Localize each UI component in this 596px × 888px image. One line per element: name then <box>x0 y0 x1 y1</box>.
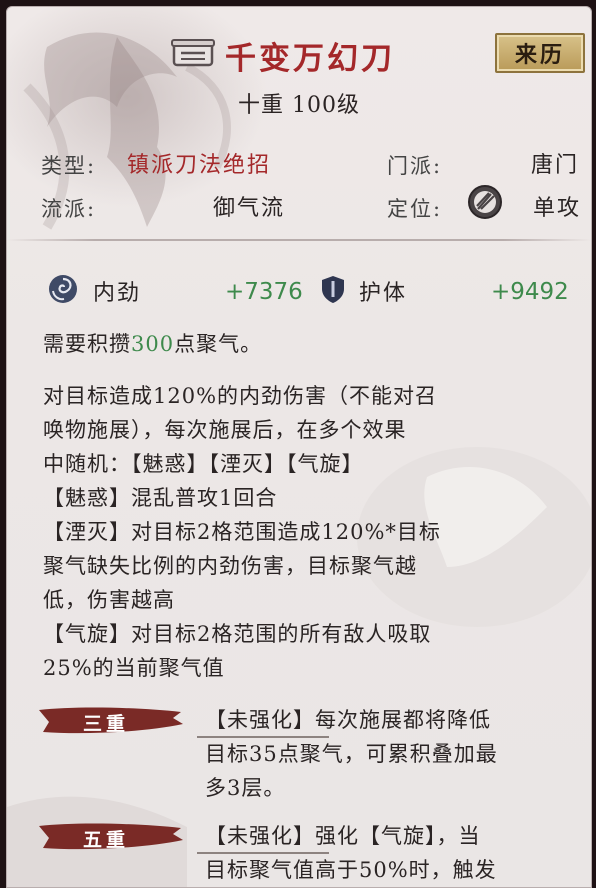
description-line: 唤物施展），每次施展后，在多个效果 <box>43 418 407 442</box>
origin-button[interactable]: 来历 <box>495 33 585 73</box>
tier-line: 【未强化】强化【气旋】，当 <box>205 824 481 848</box>
tier-line: 多3层。 <box>205 776 286 800</box>
tier-line: 目标35点聚气，可累积叠加最 <box>205 742 498 766</box>
school-value: 御气流 <box>213 196 286 221</box>
guard-value: +9492 <box>491 279 569 305</box>
tier-description: 【未强化】每次施展都将降低 目标35点聚气，可累积叠加最 多3层。 <box>205 703 587 805</box>
description-line: 【湮灭】对目标2格范围造成120%*目标 <box>43 520 441 544</box>
tier-label: 三重 <box>83 713 130 735</box>
single-target-icon <box>468 185 502 219</box>
sect-label: 门派: <box>387 154 443 178</box>
type-value: 镇派刀法绝招 <box>127 153 272 178</box>
role-value: 单攻 <box>533 196 582 221</box>
skill-level: 十重 100级 <box>238 93 360 118</box>
cost-suffix: 点聚气。 <box>174 332 263 356</box>
description-line: 【气旋】对目标2格范围的所有敌人吸取 <box>43 622 432 646</box>
description-line: 低，伤害越高 <box>43 588 175 612</box>
inner-power-label: 内劲 <box>93 281 142 306</box>
role-label: 定位: <box>387 197 443 221</box>
school-label: 流派: <box>41 197 97 221</box>
cost-amount: 300 <box>131 332 175 356</box>
shield-icon <box>322 276 344 303</box>
cost-prefix: 需要积攒 <box>43 332 131 356</box>
type-label: 类型: <box>41 154 97 178</box>
sect-value: 唐门 <box>531 153 580 178</box>
guard-label: 护体 <box>359 281 408 306</box>
tier-line: 【未强化】每次施展都将降低 <box>205 708 491 732</box>
skill-detail-panel: 千变万幻刀 来历 十重 100级 类型: 镇派刀法绝招 门派: 唐门 流派: 御… <box>6 6 592 888</box>
scroll-book-icon <box>171 39 215 67</box>
tier-label: 五重 <box>83 829 130 851</box>
skill-description: 对目标造成120%的内劲伤害（不能对召 唤物施展），每次施展后，在多个效果 中随… <box>43 379 583 685</box>
divider <box>7 239 591 241</box>
tier-line: 目标聚气值高于50%时，触发 <box>205 858 497 882</box>
tier-underline <box>197 852 329 854</box>
description-line: 【魅惑】混乱普攻1回合 <box>43 486 278 510</box>
inner-power-value: +7376 <box>225 279 303 305</box>
description-line: 对目标造成120%的内劲伤害（不能对召 <box>43 384 438 408</box>
cost-line: 需要积攒300点聚气。 <box>43 327 262 361</box>
description-line: 25%的当前聚气值 <box>43 656 225 680</box>
swirl-energy-icon <box>49 275 77 303</box>
tier-underline <box>197 736 329 738</box>
skill-name: 千变万幻刀 <box>225 41 395 77</box>
description-line: 中随机：【魅惑】【湮灭】【气旋】 <box>43 452 364 476</box>
description-line: 聚气缺失比例的内劲伤害，目标聚气越 <box>43 554 417 578</box>
